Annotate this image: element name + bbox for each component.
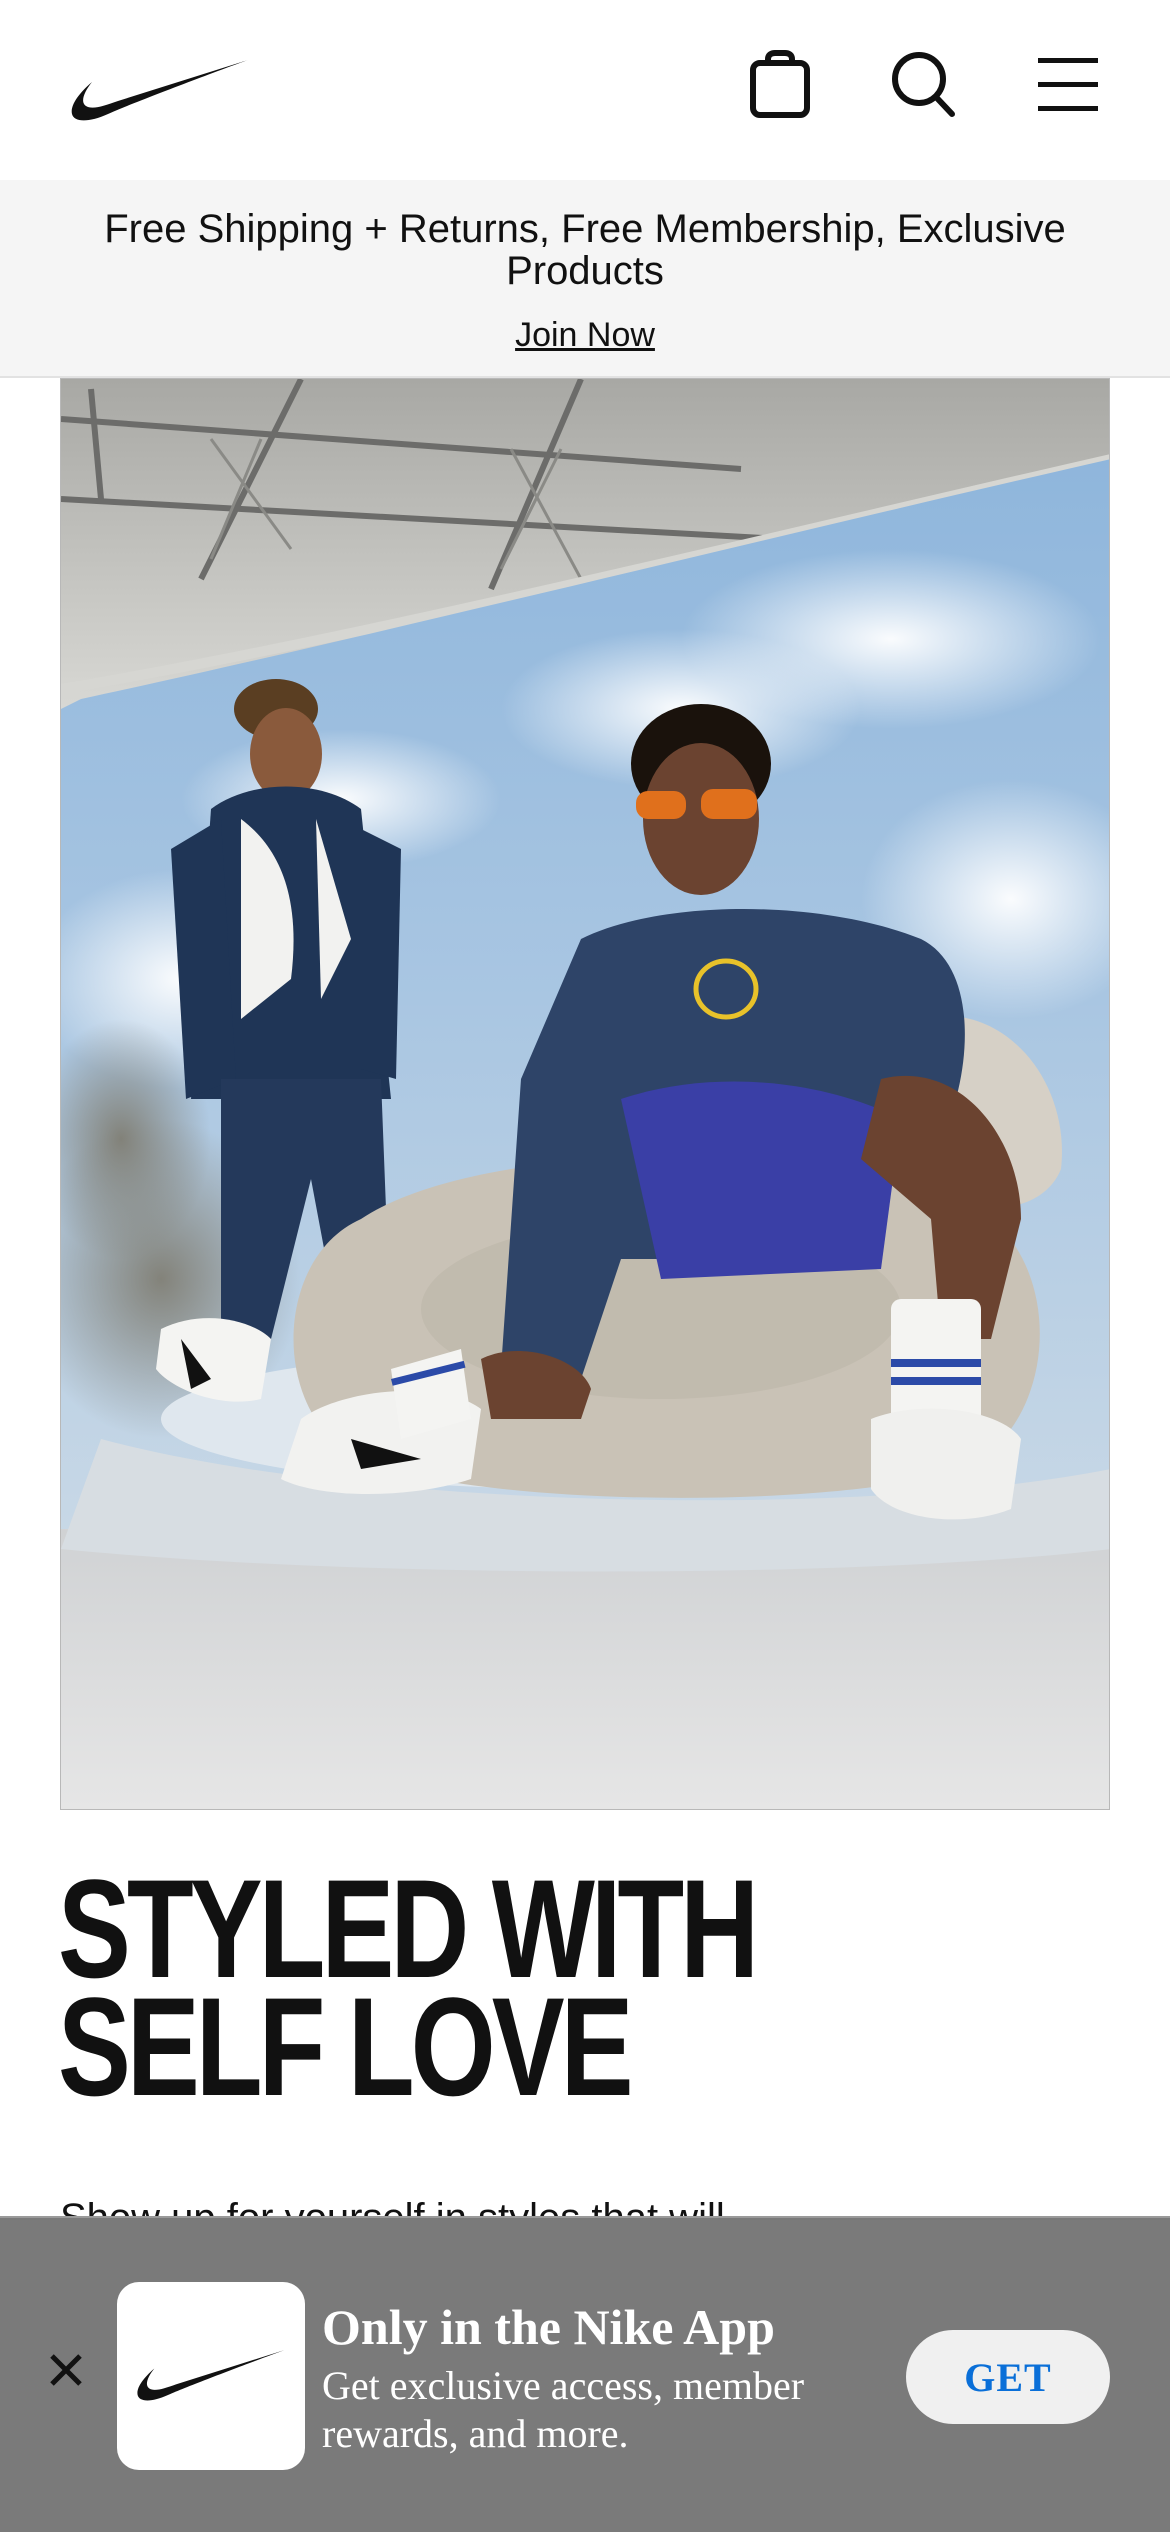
top-nav [0, 0, 1170, 180]
nike-swoosh-logo[interactable] [70, 56, 250, 126]
search-icon[interactable] [888, 48, 958, 120]
app-banner-subtitle: Get exclusive access, member rewards, an… [322, 2363, 805, 2456]
headline: STYLED WITH SELF LOVE [58, 1859, 838, 2117]
get-app-button[interactable]: GET [906, 2330, 1110, 2424]
app-banner-title: Only in the Nike App [322, 2299, 775, 2355]
menu-icon[interactable] [1033, 48, 1103, 120]
hero-image[interactable] [60, 378, 1110, 1810]
page: Free Shipping + Returns, Free Membership… [0, 0, 1170, 2532]
bag-icon[interactable] [745, 48, 815, 120]
promo-banner: Free Shipping + Returns, Free Membership… [0, 180, 1170, 378]
app-download-banner: Only in the Nike App Get exclusive acces… [0, 2216, 1170, 2532]
join-now-link[interactable]: Join Now [0, 316, 1170, 355]
close-icon[interactable] [44, 2348, 88, 2392]
promo-text: Free Shipping + Returns, Free Membership… [104, 207, 1066, 293]
nike-app-icon [117, 2282, 305, 2470]
